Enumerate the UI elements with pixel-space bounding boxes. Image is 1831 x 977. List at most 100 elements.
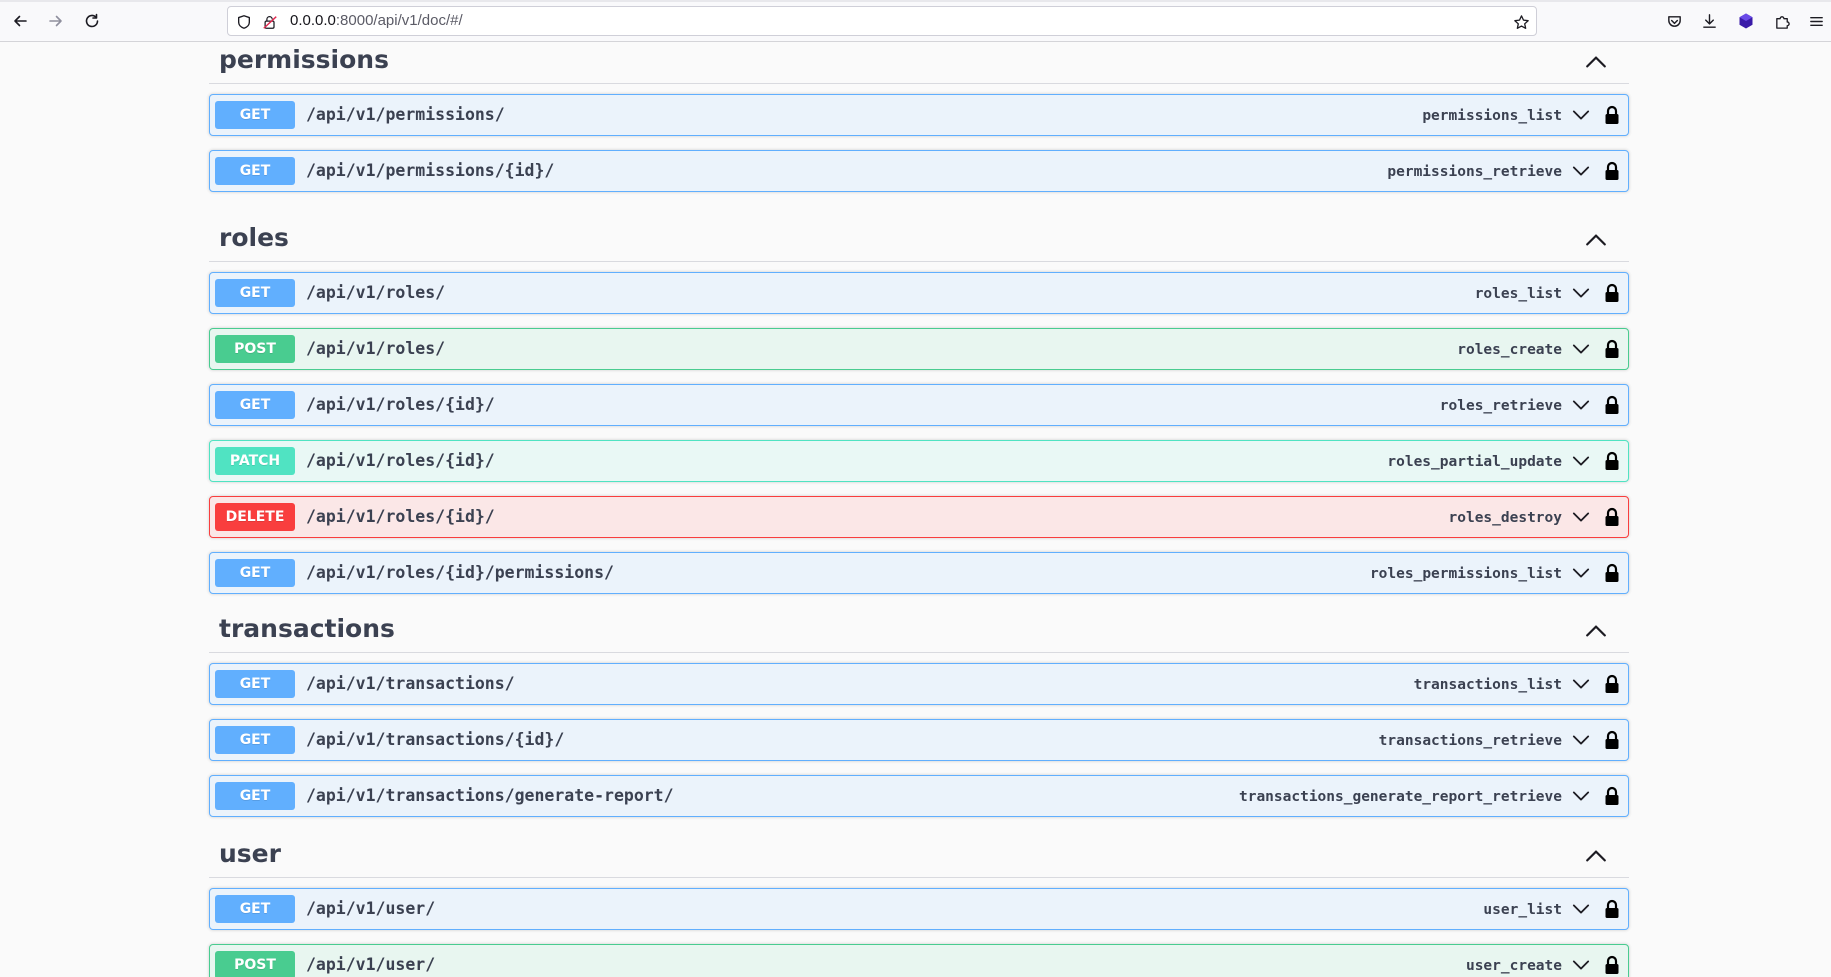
operation-id: roles_list bbox=[1474, 286, 1562, 302]
tag-title: roles bbox=[219, 223, 289, 252]
endpoint-path[interactable]: /api/v1/roles/ bbox=[306, 339, 445, 359]
chevron-down-icon[interactable] bbox=[1572, 398, 1590, 412]
endpoint-path[interactable]: /api/v1/user/ bbox=[306, 955, 435, 975]
endpoint-path[interactable]: /api/v1/roles/{id}/permissions/ bbox=[306, 563, 614, 583]
chevron-up-icon[interactable] bbox=[1585, 624, 1607, 638]
http-method-badge[interactable]: GET bbox=[215, 391, 295, 419]
back-arrow-icon[interactable] bbox=[7, 8, 33, 34]
menu-hamburger-icon[interactable] bbox=[1805, 10, 1827, 32]
lock-icon[interactable] bbox=[1604, 395, 1620, 415]
endpoint-path[interactable]: /api/v1/roles/ bbox=[306, 283, 445, 303]
tag-section-header-roles[interactable]: roles bbox=[209, 190, 1629, 262]
chevron-down-icon[interactable] bbox=[1572, 108, 1590, 122]
lock-icon[interactable] bbox=[1604, 563, 1620, 583]
chevron-down-icon[interactable] bbox=[1572, 510, 1590, 524]
chevron-up-icon[interactable] bbox=[1585, 849, 1607, 863]
url-host: 0.0.0.0 bbox=[290, 12, 336, 29]
operation-row[interactable]: DELETE/api/v1/roles/{id}/ roles_destroy bbox=[209, 496, 1629, 538]
http-method-badge[interactable]: POST bbox=[215, 335, 295, 363]
http-method-badge[interactable]: GET bbox=[215, 101, 295, 129]
lock-icon[interactable] bbox=[1604, 105, 1620, 125]
operation-id: roles_retrieve bbox=[1439, 398, 1562, 414]
lock-icon[interactable] bbox=[1604, 955, 1620, 975]
pocket-icon[interactable] bbox=[1663, 10, 1685, 32]
operation-id: roles_partial_update bbox=[1387, 454, 1562, 470]
chevron-down-icon[interactable] bbox=[1572, 454, 1590, 468]
chevron-down-icon[interactable] bbox=[1572, 958, 1590, 972]
bookmark-star-icon[interactable] bbox=[1512, 13, 1530, 31]
chevron-up-icon[interactable] bbox=[1585, 233, 1607, 247]
endpoint-path[interactable]: /api/v1/permissions/{id}/ bbox=[306, 161, 554, 181]
extensions-puzzle-icon[interactable] bbox=[1771, 10, 1793, 32]
download-icon[interactable] bbox=[1698, 10, 1720, 32]
endpoint-path[interactable]: /api/v1/roles/{id}/ bbox=[306, 395, 495, 415]
http-method-badge[interactable]: POST bbox=[215, 951, 295, 977]
tag-title: permissions bbox=[219, 45, 389, 74]
operation-row[interactable]: POST/api/v1/roles/roles_create bbox=[209, 328, 1629, 370]
http-method-badge[interactable]: PATCH bbox=[215, 447, 295, 475]
api-docs-content: permissions GET/api/v1/permissions/permis… bbox=[0, 42, 1831, 977]
operation-id: roles_destroy bbox=[1448, 510, 1563, 526]
http-method-badge[interactable]: GET bbox=[215, 895, 295, 923]
tag-section-header-permissions[interactable]: permissions bbox=[209, 42, 1629, 84]
lock-icon[interactable] bbox=[1604, 899, 1620, 919]
operation-id: user_create bbox=[1465, 958, 1562, 974]
operation-id: transactions_generate_report_retrieve bbox=[1238, 789, 1562, 805]
chevron-down-icon[interactable] bbox=[1572, 733, 1590, 747]
tag-section-header-transactions[interactable]: transactions bbox=[209, 581, 1629, 653]
operation-row[interactable]: GET/api/v1/transactions/{id}/ transaction… bbox=[209, 719, 1629, 761]
endpoint-path[interactable]: /api/v1/transactions/{id}/ bbox=[306, 730, 564, 750]
lock-icon[interactable] bbox=[1604, 786, 1620, 806]
chevron-down-icon[interactable] bbox=[1572, 286, 1590, 300]
operation-id: roles_create bbox=[1457, 342, 1562, 358]
lock-icon[interactable] bbox=[1604, 451, 1620, 471]
operation-row[interactable]: PATCH/api/v1/roles/{id}/ roles_partial_up… bbox=[209, 440, 1629, 482]
operation-id: user_list bbox=[1483, 902, 1562, 918]
operation-row[interactable]: GET/api/v1/transactions/transactions_lis… bbox=[209, 663, 1629, 705]
operation-id: permissions_list bbox=[1422, 108, 1562, 124]
operation-row[interactable]: POST/api/v1/user/user_create bbox=[209, 944, 1629, 977]
extension-cube-icon[interactable] bbox=[1735, 10, 1757, 32]
chevron-down-icon[interactable] bbox=[1572, 902, 1590, 916]
http-method-badge[interactable]: DELETE bbox=[215, 503, 295, 531]
http-method-badge[interactable]: GET bbox=[215, 726, 295, 754]
endpoint-path[interactable]: /api/v1/user/ bbox=[306, 899, 435, 919]
lock-icon[interactable] bbox=[1604, 507, 1620, 527]
operation-row[interactable]: GET/api/v1/roles/{id}/ roles_retrieve bbox=[209, 384, 1629, 426]
tag-title: transactions bbox=[219, 614, 395, 643]
chevron-down-icon[interactable] bbox=[1572, 342, 1590, 356]
lock-icon[interactable] bbox=[1604, 339, 1620, 359]
chevron-down-icon[interactable] bbox=[1572, 677, 1590, 691]
http-method-badge[interactable]: GET bbox=[215, 279, 295, 307]
endpoint-path[interactable]: /api/v1/roles/{id}/ bbox=[306, 507, 495, 527]
forward-arrow-icon[interactable] bbox=[43, 8, 69, 34]
endpoint-path[interactable]: /api/v1/transactions/generate-report/ bbox=[306, 786, 674, 806]
shield-icon[interactable] bbox=[235, 13, 253, 31]
chevron-down-icon[interactable] bbox=[1572, 789, 1590, 803]
operation-row[interactable]: GET/api/v1/permissions/{id}/ permissions_… bbox=[209, 150, 1629, 192]
browser-toolbar: 0.0.0.0:8000/api/v1/doc/#/ bbox=[0, 0, 1831, 42]
http-method-badge[interactable]: GET bbox=[215, 157, 295, 185]
endpoint-path[interactable]: /api/v1/permissions/ bbox=[306, 105, 505, 125]
url-bar[interactable]: 0.0.0.0:8000/api/v1/doc/#/ bbox=[227, 6, 1537, 36]
url-text[interactable]: 0.0.0.0:8000/api/v1/doc/#/ bbox=[290, 12, 463, 30]
tag-section-header-user[interactable]: user bbox=[209, 806, 1629, 878]
http-method-badge[interactable]: GET bbox=[215, 670, 295, 698]
lock-icon[interactable] bbox=[1604, 283, 1620, 303]
reload-icon[interactable] bbox=[79, 8, 105, 34]
insecure-lock-icon[interactable] bbox=[261, 13, 279, 31]
operation-id: transactions_list bbox=[1413, 677, 1562, 693]
endpoint-path[interactable]: /api/v1/transactions/ bbox=[306, 674, 515, 694]
chevron-down-icon[interactable] bbox=[1572, 164, 1590, 178]
lock-icon[interactable] bbox=[1604, 674, 1620, 694]
operation-row[interactable]: GET/api/v1/permissions/permissions_list bbox=[209, 94, 1629, 136]
lock-icon[interactable] bbox=[1604, 161, 1620, 181]
operation-row[interactable]: GET/api/v1/roles/roles_list bbox=[209, 272, 1629, 314]
endpoint-path[interactable]: /api/v1/roles/{id}/ bbox=[306, 451, 495, 471]
operation-row[interactable]: GET/api/v1/user/user_list bbox=[209, 888, 1629, 930]
tag-title: user bbox=[219, 839, 281, 868]
operation-id: transactions_retrieve bbox=[1378, 733, 1562, 749]
lock-icon[interactable] bbox=[1604, 730, 1620, 750]
chevron-down-icon[interactable] bbox=[1572, 566, 1590, 580]
chevron-up-icon[interactable] bbox=[1585, 55, 1607, 69]
